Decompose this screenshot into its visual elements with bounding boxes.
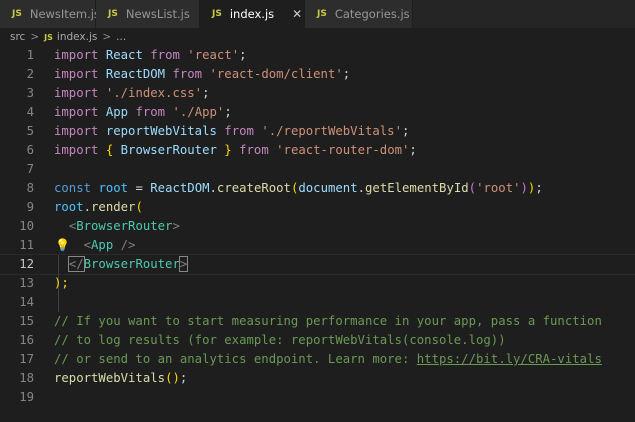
tab-label: NewsItem.js (29, 7, 100, 21)
javascript-file-icon: JS (44, 32, 53, 42)
tab-index[interactable]: JS index.js ✕ (200, 0, 305, 28)
code-text: <BrowserRouter> (68, 219, 180, 233)
code-line: 6 import { BrowserRouter } from 'react-r… (0, 141, 635, 160)
code-text: import React from 'react'; (54, 48, 247, 62)
javascript-file-icon: JS (317, 9, 327, 19)
line-number: 16 (19, 333, 34, 347)
javascript-file-icon: JS (212, 9, 222, 19)
code-line: 9 root.render( (0, 198, 635, 217)
line-number: 7 (26, 162, 34, 176)
tab-newsitem[interactable]: JS NewsItem.js (0, 0, 100, 28)
tab-label: Categories.js (334, 7, 410, 21)
line-number: 3 (26, 86, 34, 100)
breadcrumb-file[interactable]: index.js (57, 31, 97, 43)
code-line: 14 (0, 293, 635, 312)
code-line: 13 ); (0, 274, 635, 293)
line-number: 15 (19, 314, 34, 328)
tab-categories[interactable]: JS Categories.js (305, 0, 413, 28)
javascript-file-icon: JS (108, 9, 118, 19)
code-text: ); (54, 276, 69, 290)
line-number: 17 (19, 352, 34, 366)
breadcrumb-folder[interactable]: src (10, 31, 25, 43)
code-editor[interactable]: 1 import React from 'react'; 2 import Re… (0, 46, 635, 407)
code-text: reportWebVitals(); (54, 371, 188, 385)
code-line: 11 💡 <App /> (0, 236, 635, 255)
code-text: import { BrowserRouter } from 'react-rou… (54, 143, 417, 157)
line-number: 4 (26, 105, 34, 119)
code-line: 17 // or send to an analytics endpoint. … (0, 350, 635, 369)
code-text: import reportWebVitals from './reportWeb… (54, 124, 410, 138)
code-line: 3 import './index.css'; (0, 84, 635, 103)
code-text: // or send to an analytics endpoint. Lea… (54, 352, 602, 366)
breadcrumb: src > JS index.js > ... (0, 28, 635, 46)
line-number: 6 (26, 143, 34, 157)
code-line: 10 <BrowserRouter> (0, 217, 635, 236)
line-number: 9 (26, 200, 34, 214)
javascript-file-icon: JS (12, 9, 22, 19)
code-line: 19 (0, 388, 635, 407)
line-number: 1 (26, 48, 34, 62)
close-icon[interactable]: ✕ (292, 7, 302, 21)
code-text: import ReactDOM from 'react-dom/client'; (54, 67, 351, 81)
code-text: // to log results (for example: reportWe… (54, 333, 506, 347)
tab-label: NewsList.js (125, 7, 190, 21)
line-number: 10 (19, 219, 34, 233)
breadcrumb-more[interactable]: ... (116, 31, 126, 43)
code-line: 2 import ReactDOM from 'react-dom/client… (0, 65, 635, 84)
line-number: 18 (19, 371, 34, 385)
code-text: root.render( (54, 200, 143, 214)
code-line: 5 import reportWebVitals from './reportW… (0, 122, 635, 141)
chevron-right-icon: > (30, 31, 40, 43)
line-number: 8 (26, 181, 34, 195)
code-line: 18 reportWebVitals(); (0, 369, 635, 388)
code-line: 8 const root = ReactDOM.createRoot(docum… (0, 179, 635, 198)
line-number: 11 (19, 238, 34, 252)
code-text: import App from './App'; (54, 105, 232, 119)
editor-tab-bar: JS NewsItem.js JS NewsList.js JS index.j… (0, 0, 635, 28)
line-number: 14 (19, 295, 34, 309)
code-line: 15 // If you want to start measuring per… (0, 312, 635, 331)
code-text: const root = ReactDOM.createRoot(documen… (54, 181, 543, 195)
line-number: 12 (19, 257, 34, 271)
tab-label: index.js (229, 7, 275, 21)
code-text: </BrowserRouter> (67, 256, 189, 272)
code-line: 16 // to log results (for example: repor… (0, 331, 635, 350)
code-text: import './index.css'; (54, 86, 210, 100)
code-text: // If you want to start measuring perfor… (54, 314, 602, 328)
line-number: 5 (26, 124, 34, 138)
code-text: <App /> (83, 238, 136, 252)
line-number: 13 (19, 276, 34, 290)
code-line: 4 import App from './App'; (0, 103, 635, 122)
link[interactable]: https://bit.ly/CRA-vitals (417, 352, 602, 366)
code-line: 7 (0, 160, 635, 179)
tab-newslist[interactable]: JS NewsList.js (96, 0, 200, 28)
code-line-current: 12 </BrowserRouter> (0, 254, 635, 275)
chevron-right-icon: > (102, 31, 112, 43)
code-line: 1 import React from 'react'; (0, 46, 635, 65)
line-number: 2 (26, 67, 34, 81)
line-number: 19 (19, 390, 34, 404)
